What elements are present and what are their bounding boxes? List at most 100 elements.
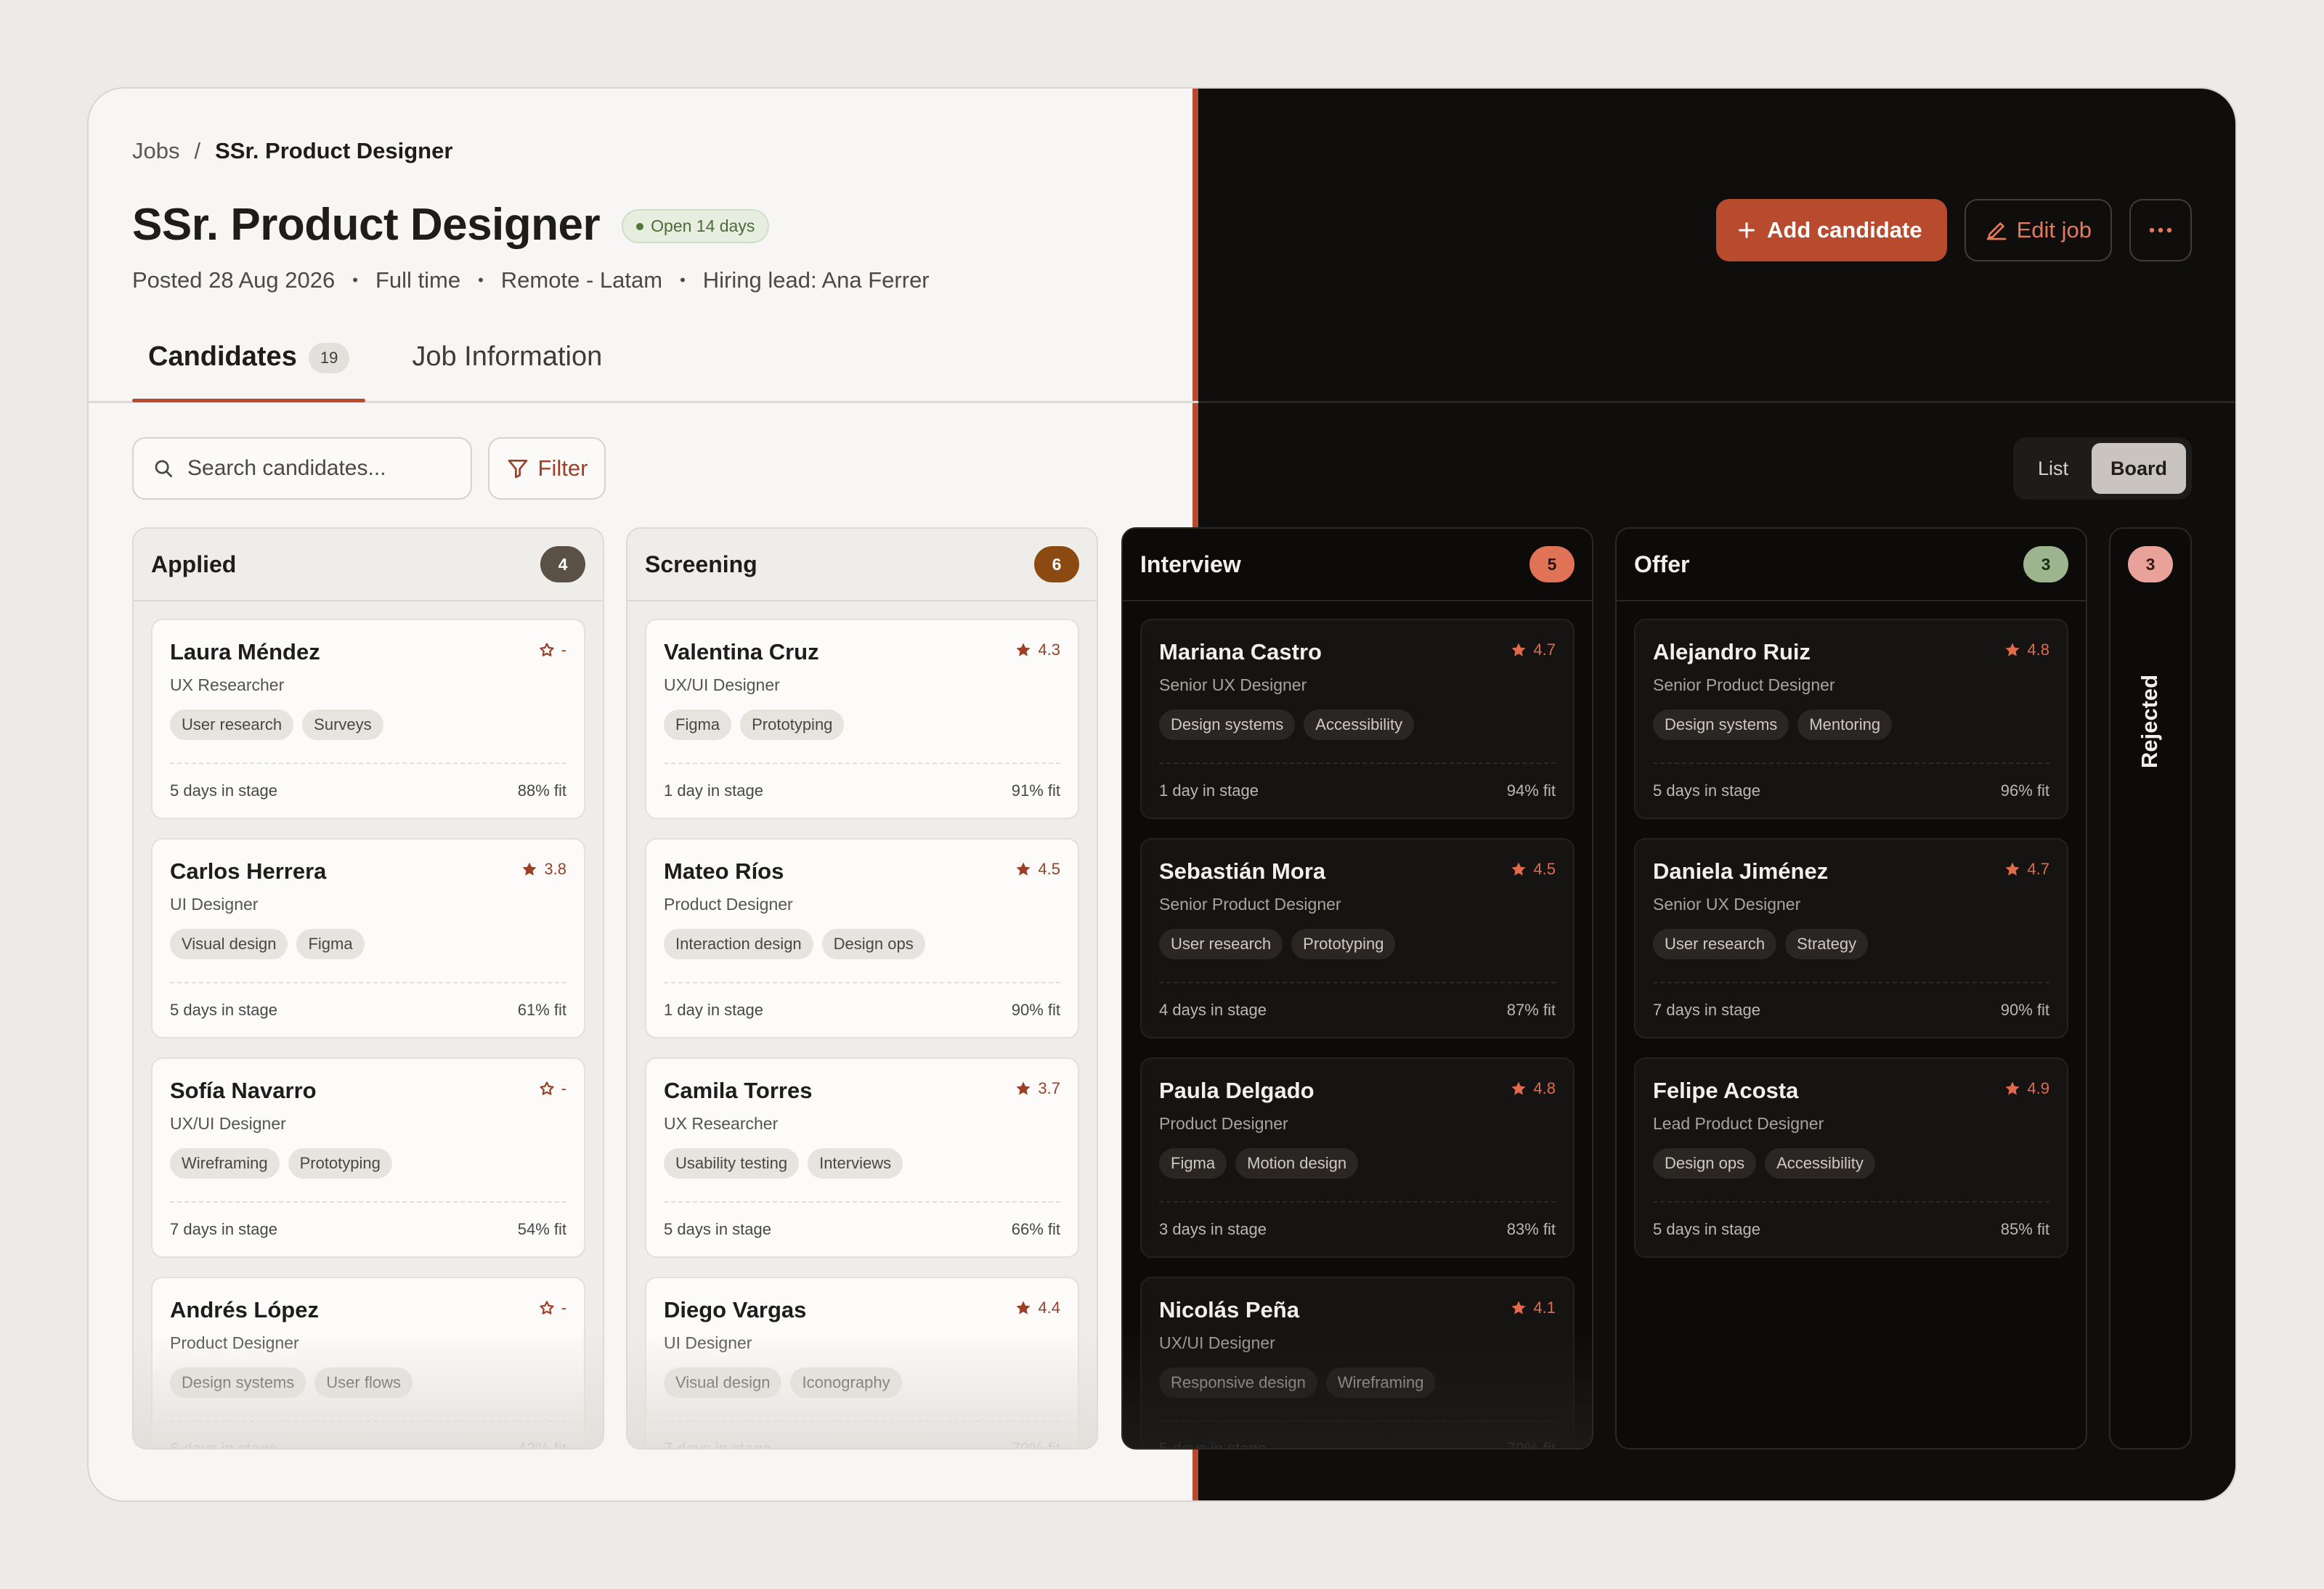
candidate-rating[interactable]: 4.9 [2004,1079,2049,1098]
status-dot-icon [636,222,644,230]
candidate-rating[interactable]: 3.7 [1015,1079,1060,1098]
card-list: Alejandro Ruiz Senior Product Designer 4… [1617,601,2086,1258]
fit-score: 79% fit [1011,1439,1060,1450]
column-rejected-collapsed[interactable]: 3 Rejected [2109,527,2192,1450]
search-input[interactable] [187,456,463,481]
star-outline-icon [540,1301,554,1314]
candidate-rating[interactable]: 4.5 [1510,860,1556,879]
rating-value: 4.3 [1038,641,1060,659]
star-filled-icon [2005,862,2020,876]
more-options-button[interactable] [2129,199,2192,261]
view-list-option[interactable]: List [2019,443,2087,494]
add-candidate-label: Add candidate [1767,217,1922,243]
candidate-name: Daniela Jiménez [1653,858,1829,884]
skill-tag: Surveys [302,710,383,740]
card-footer: 5 days in stage 88% fit [170,763,566,800]
rejected-column-title: Rejected [2137,674,2162,768]
star-filled-icon [1016,862,1031,876]
candidate-card-sofia-navarro[interactable]: Sofía Navarro UX/UI Designer - Wireframi… [151,1057,585,1258]
skill-tags: Design systems Accessibility [1159,710,1556,740]
tab-candidates[interactable]: Candidates 19 [132,341,366,402]
skill-tag: Wireframing [170,1148,280,1179]
card-footer: 7 days in stage 90% fit [1653,982,2049,1020]
card-footer: 7 days in stage 54% fit [170,1201,566,1239]
candidate-rating[interactable]: - [538,641,566,659]
star-filled-icon [1511,643,1526,657]
days-in-stage: 5 days in stage [170,1001,277,1019]
skill-tag: Prototyping [1291,929,1396,959]
skill-tag: Figma [1159,1148,1227,1179]
candidate-role: UX Researcher [664,1114,779,1133]
meta-location: Remote - Latam [500,267,663,293]
skill-tag: Usability testing [664,1148,800,1179]
skill-tags: Interaction design Design ops [664,929,1060,959]
fit-score: 90% fit [2000,1001,2049,1019]
days-in-stage: 3 days in stage [1159,1220,1267,1238]
days-in-stage: 5 days in stage [1653,1220,1760,1238]
rating-value: 4.7 [1533,641,1556,659]
skill-tags: Usability testing Interviews [664,1148,1060,1179]
fit-score: 90% fit [1011,1001,1060,1019]
rating-value: 4.8 [1533,1079,1556,1097]
star-filled-icon [1016,1081,1031,1095]
candidate-rating[interactable]: 4.5 [1015,860,1060,879]
candidate-card-valentina-cruz[interactable]: Valentina Cruz UX/UI Designer 4.3 Figma P… [645,619,1079,819]
column-interview: Interview 5 Mariana Castro Senior UX Desi… [1121,527,1593,1450]
candidate-rating[interactable]: - [538,1299,566,1317]
view-toggle: List Board [2012,437,2192,500]
meta-employment-type: Full time [375,267,461,293]
breadcrumb-jobs-link[interactable]: Jobs [132,138,179,164]
skill-tag: Design systems [170,1367,306,1398]
fit-score: 91% fit [1011,781,1060,800]
candidate-card-andres-lopez[interactable]: Andrés López Product Designer - Design s… [151,1277,585,1450]
card-footer: 1 day in stage 90% fit [664,982,1060,1020]
filter-button[interactable]: Filter [488,437,606,500]
candidate-role: Product Designer [1159,1114,1288,1133]
card-footer: 7 days in stage 79% fit [664,1421,1060,1450]
tab-job-information[interactable]: Job Information [396,341,618,402]
candidate-rating[interactable]: - [538,1079,566,1098]
candidate-card-paula-delgado[interactable]: Paula Delgado Product Designer 4.8 Figma… [1140,1057,1575,1258]
candidate-role: Senior Product Designer [1159,895,1341,914]
candidate-card-diego-vargas[interactable]: Diego Vargas UI Designer 4.4 Visual desi… [645,1277,1079,1450]
rejected-count-badge: 3 [2128,546,2173,582]
meta-separator: • [680,271,686,289]
candidate-role: UX/UI Designer [1159,1333,1275,1352]
candidate-card-mateo-rios[interactable]: Mateo Ríos Product Designer 4.5 Interact… [645,838,1079,1039]
fit-score: 94% fit [1506,781,1556,800]
plus-icon [1739,222,1755,238]
candidate-rating[interactable]: 4.3 [1015,641,1060,659]
candidate-rating[interactable]: 4.8 [2004,641,2049,659]
skill-tag: Wireframing [1325,1367,1436,1398]
tab-candidates-label: Candidates [148,341,297,372]
edit-job-button[interactable]: Edit job [1964,199,2112,261]
skill-tag: Prototyping [288,1148,392,1179]
candidate-card-daniela-jimenez[interactable]: Daniela Jiménez Senior UX Designer 4.7 U… [1634,838,2068,1039]
candidate-card-laura-mendez[interactable]: Laura Méndez UX Researcher - User resear… [151,619,585,819]
star-filled-icon [1016,1301,1031,1314]
candidate-rating[interactable]: 4.7 [2004,860,2049,879]
skill-tag: Design systems [1653,710,1789,740]
card-footer: 1 day in stage 94% fit [1159,763,1556,800]
candidate-rating[interactable]: 4.4 [1015,1299,1060,1317]
candidate-card-sebastian-mora[interactable]: Sebastián Mora Senior Product Designer 4… [1140,838,1575,1039]
candidate-rating[interactable]: 4.7 [1510,641,1556,659]
candidate-card-nicolas-pena[interactable]: Nicolás Peña UX/UI Designer 4.1 Responsi… [1140,1277,1575,1448]
header-divider-dark [1198,401,2235,403]
column-header: Interview 5 [1123,529,1592,601]
candidate-rating[interactable]: 3.8 [521,860,566,879]
candidate-card-carlos-herrera[interactable]: Carlos Herrera UI Designer 3.8 Visual de… [151,838,585,1039]
add-candidate-button[interactable]: Add candidate [1716,199,1947,261]
view-board-option[interactable]: Board [2091,443,2186,494]
candidate-rating[interactable]: 4.1 [1510,1299,1556,1317]
candidate-card-mariana-castro[interactable]: Mariana Castro Senior UX Designer 4.7 De… [1140,619,1575,819]
candidate-role: UI Designer [170,895,259,914]
candidate-card-felipe-acosta[interactable]: Felipe Acosta Lead Product Designer 4.9 … [1634,1057,2068,1258]
fit-score: 42% fit [517,1439,566,1450]
candidate-card-camila-torres[interactable]: Camila Torres UX Researcher 3.7 Usabilit… [645,1057,1079,1258]
days-in-stage: 5 days in stage [1653,781,1760,800]
candidate-rating[interactable]: 4.8 [1510,1079,1556,1098]
candidate-card-alejandro-ruiz[interactable]: Alejandro Ruiz Senior Product Designer 4… [1634,619,2068,819]
star-filled-icon [1016,643,1031,657]
days-in-stage: 7 days in stage [664,1439,771,1450]
